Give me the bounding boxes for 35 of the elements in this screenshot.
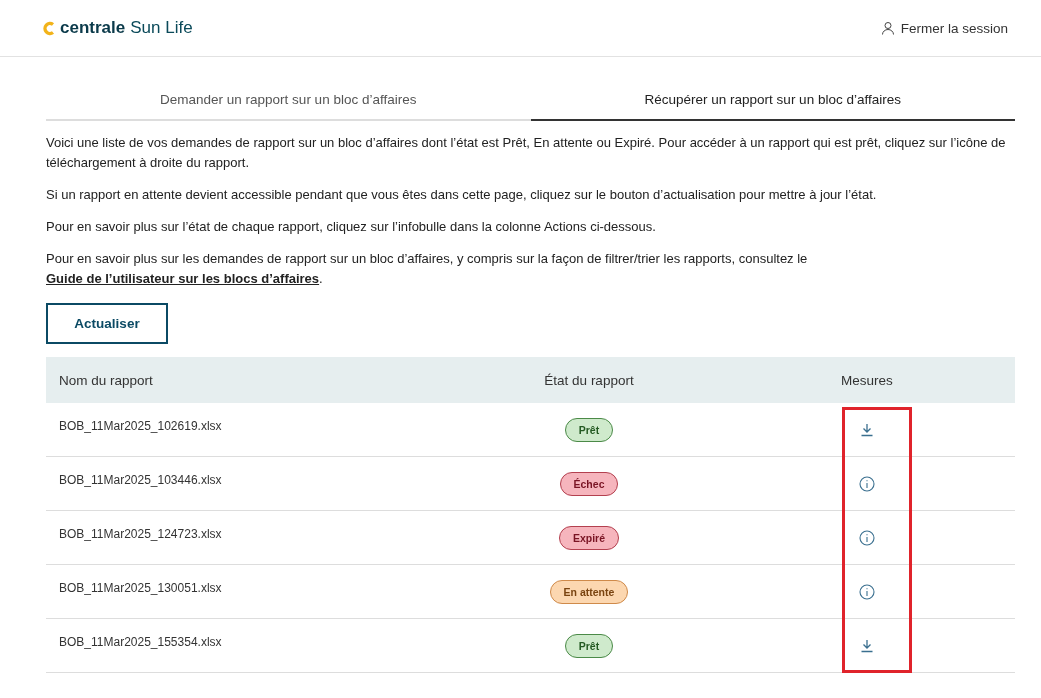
report-name: BOB_11Mar2025_155354.xlsx [59, 634, 223, 649]
description-text: Voici une liste de vos demandes de rapport sur un bloc d’affaires dont l’état est Prêt, En attente ou Expiré. Pour accéder à un rapport qui est prêt, cliquez sur l’icône de téléchargement à droite du rapport. [46, 134, 1007, 172]
status-badge: Prêt [564, 633, 614, 658]
download-icon [860, 422, 874, 437]
user-icon [880, 21, 895, 35]
column-header: Nom du rapport [59, 372, 154, 388]
logo-text: Sun Life [130, 18, 193, 38]
status-badge: En attente [549, 579, 629, 604]
column-header: Mesures [840, 372, 894, 388]
tab[interactable]: Demander un rapport sur un bloc d’affaires [46, 83, 531, 121]
description-text: Pour en savoir plus sur les demandes de rapport sur un bloc d’affaires, y compris sur la façon de filtrer/trier les rapports, consultez le Guide de l’utilisateur sur les blocs d’affaires. [46, 250, 809, 288]
download-icon [860, 638, 874, 653]
logo-text: centrale [60, 18, 126, 38]
tab[interactable]: Récupérer un rapport sur un bloc d’affaires [530, 83, 1015, 121]
logout-link[interactable]: Fermer la session [880, 20, 1008, 36]
info-button[interactable] [859, 583, 875, 600]
description-text: Si un rapport en attente devient accessible pendant que vous êtes dans cette page, cliquez sur le bouton d’actualisation pour mettre à jour l’état. [46, 186, 878, 204]
info-button[interactable] [859, 529, 875, 546]
info-button[interactable] [859, 475, 875, 492]
logo-icon [42, 20, 55, 36]
status-badge: Prêt [564, 417, 614, 442]
column-header: État du rapport [543, 372, 635, 388]
report-name: BOB_11Mar2025_102619.xlsx [59, 418, 223, 433]
report-name: BOB_11Mar2025_103446.xlsx [59, 472, 223, 487]
refresh-button[interactable]: Actualiser [46, 303, 168, 344]
info-icon [859, 583, 875, 600]
report-name: BOB_11Mar2025_124723.xlsx [59, 526, 223, 541]
report-name: BOB_11Mar2025_130051.xlsx [59, 580, 223, 595]
info-icon [859, 529, 875, 546]
description-text: Pour en savoir plus sur l’état de chaque rapport, cliquez sur l’infobulle dans la colonne Actions ci-dessous. [46, 218, 657, 236]
status-badge: Expiré [558, 525, 620, 550]
status-badge: Échec [559, 471, 619, 496]
info-icon [859, 475, 875, 492]
download-button[interactable] [860, 638, 874, 653]
download-button[interactable] [860, 422, 874, 437]
